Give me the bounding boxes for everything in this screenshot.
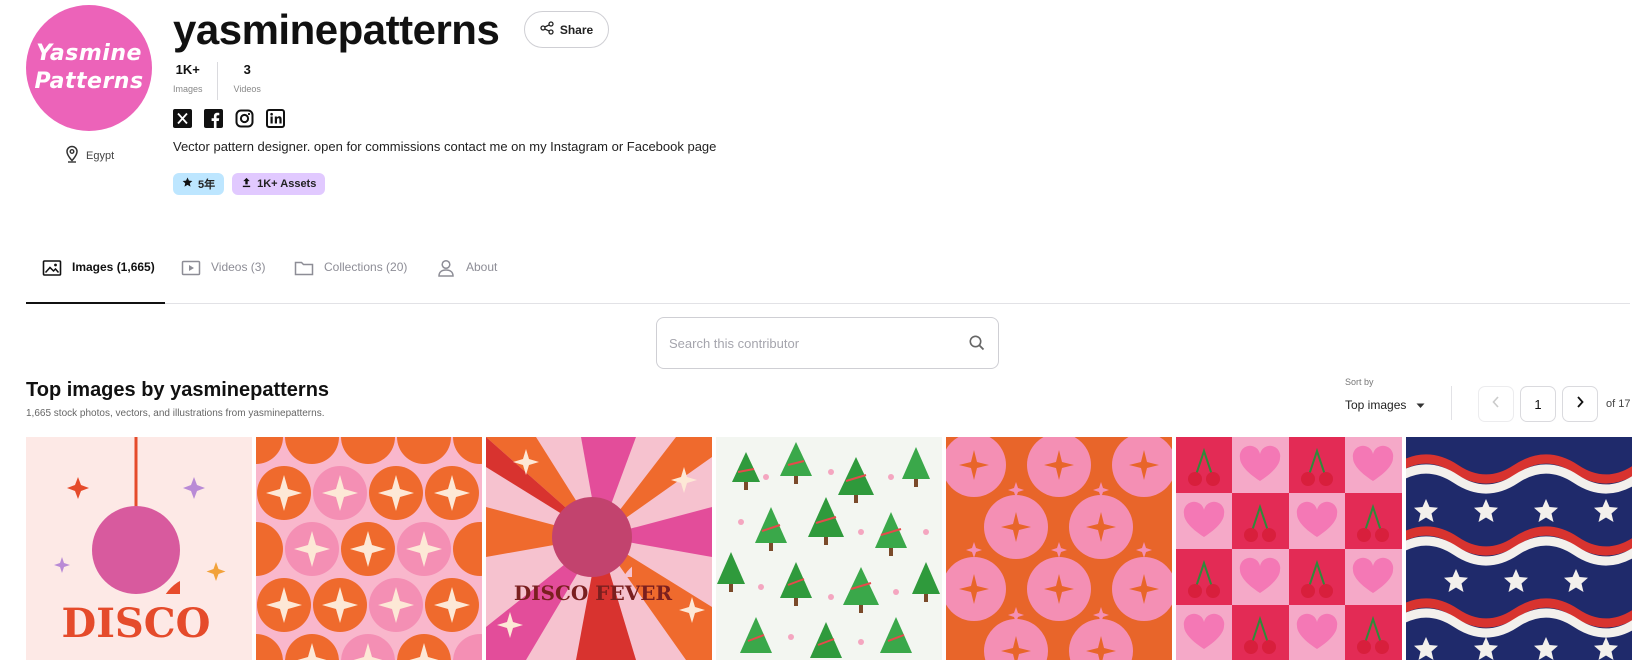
upload-icon [241, 177, 252, 191]
cherry-heart-checker-thumbnail[interactable] [1176, 437, 1402, 660]
active-tab-indicator [26, 302, 165, 304]
location-pin-icon [64, 145, 80, 166]
stat-value: 3 [243, 62, 251, 77]
search-input[interactable] [669, 335, 960, 351]
tab-label: About [466, 260, 498, 274]
share-icon [540, 21, 554, 38]
instagram-icon[interactable] [235, 109, 254, 128]
tab-about[interactable]: About [436, 256, 497, 304]
stat-label: Images [173, 84, 203, 94]
linkedin-icon[interactable] [266, 109, 285, 128]
section-subtitle: 1,665 stock photos, vectors, and illustr… [26, 408, 325, 419]
image-icon [42, 260, 62, 280]
stat-videos[interactable]: 3 Videos [216, 62, 275, 100]
tab-collections[interactable]: Collections (20) [294, 256, 407, 304]
facebook-icon[interactable] [204, 109, 223, 128]
avatar-line-1: Yasmine [36, 41, 142, 66]
disco-ball-thumbnail[interactable]: DISCO [26, 437, 252, 660]
sort-dropdown[interactable]: Top images [1345, 398, 1425, 412]
stat-label: Videos [233, 84, 261, 94]
social-links [173, 109, 285, 128]
divider [1451, 386, 1452, 420]
location: Egypt [64, 145, 114, 166]
page-count: of 17 [1606, 398, 1631, 410]
years-badge: 5年 [173, 173, 225, 195]
avatar-logo-text: Yasmine Patterns [34, 40, 143, 96]
share-label: Share [559, 22, 594, 37]
assets-badge: 1K+ Assets [232, 173, 326, 195]
share-button[interactable]: Share [524, 11, 609, 48]
section-title: Top images by yasminepatterns [26, 379, 330, 401]
tab-videos[interactable]: Videos (3) [181, 256, 265, 304]
stat-images[interactable]: 1K+ Images [173, 62, 217, 94]
stars-and-stripes-wave-thumbnail[interactable] [1406, 437, 1632, 660]
chevron-left-icon [1491, 395, 1501, 413]
location-label: Egypt [86, 149, 115, 162]
badges: 5年 1K+ Assets [173, 173, 326, 195]
disco-fever-thumbnail[interactable]: DISCO FEVER [486, 437, 712, 660]
avatar-line-2: Patterns [34, 69, 144, 94]
content-tabs: Images (1,665) Videos (3) Collections (2… [26, 256, 1630, 304]
sort-value: Top images [1345, 398, 1407, 412]
person-icon [436, 259, 456, 280]
orange-pink-sparkle-pattern-thumbnail[interactable] [946, 437, 1172, 660]
folder-icon [294, 260, 314, 280]
tab-label: Collections (20) [324, 260, 408, 274]
image-grid: DISCO DISCO FEVER [26, 437, 1632, 660]
bio: Vector pattern designer. open for commis… [173, 139, 717, 154]
orange-pink-star-pattern-thumbnail[interactable] [256, 437, 482, 660]
years-badge-label: 5年 [198, 179, 216, 191]
search-icon[interactable] [968, 334, 986, 352]
christmas-trees-pattern-thumbnail[interactable] [716, 437, 942, 660]
sort-label: Sort by [1345, 377, 1374, 387]
next-page-button[interactable] [1562, 386, 1598, 422]
username: yasminepatterns [173, 6, 500, 53]
avatar: Yasmine Patterns [26, 5, 152, 131]
video-icon [181, 260, 201, 280]
assets-badge-label: 1K+ Assets [257, 178, 317, 190]
page-number-input[interactable]: 1 [1520, 386, 1556, 422]
tab-label: Videos (3) [211, 260, 266, 274]
stats: 1K+ Images 3 Videos [173, 62, 275, 100]
chevron-down-icon [1416, 398, 1425, 412]
disco-image-text: DISCO [62, 600, 211, 647]
contributor-search [656, 317, 999, 369]
tab-images[interactable]: Images (1,665) [42, 256, 155, 304]
pagination: 1 of 17 [1478, 386, 1630, 422]
chevron-right-icon [1575, 395, 1585, 413]
disco-fever-image-text: DISCO FEVER [514, 581, 673, 605]
previous-page-button[interactable] [1478, 386, 1514, 422]
stat-value: 1K+ [175, 62, 200, 77]
star-icon [182, 177, 193, 191]
tab-label: Images (1,665) [72, 260, 155, 274]
x-icon[interactable] [173, 109, 192, 128]
